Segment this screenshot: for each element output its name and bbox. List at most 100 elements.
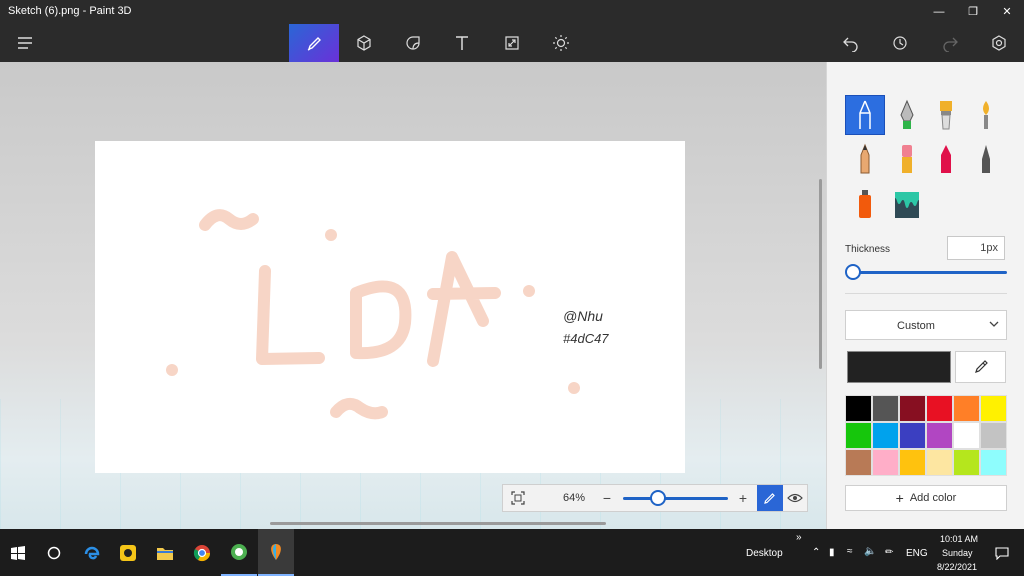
thickness-slider-track[interactable] <box>853 271 1007 274</box>
color-swatch[interactable] <box>872 449 899 476</box>
color-swatch[interactable] <box>899 422 926 449</box>
clock-day[interactable]: Sunday <box>942 548 973 558</box>
stickers-tool-button[interactable] <box>388 24 438 62</box>
menu-button[interactable] <box>0 24 50 62</box>
thickness-input[interactable]: 1px <box>947 236 1005 260</box>
brush-icon <box>307 37 321 51</box>
view-toggle-button[interactable] <box>783 485 807 511</box>
add-color-button[interactable]: + Add color <box>845 485 1007 511</box>
plus-icon: + <box>895 490 904 506</box>
cortana-button[interactable] <box>36 529 72 576</box>
resize-icon <box>505 36 519 50</box>
canvas-workspace[interactable]: @Nhu #4dC47 <box>0 62 826 529</box>
canvas-tool-button[interactable] <box>487 24 537 62</box>
maximize-button[interactable]: ❐ <box>956 0 990 24</box>
chrome-taskbar-button[interactable] <box>184 529 220 576</box>
toolbar-expand-chevron[interactable]: » <box>796 532 802 543</box>
pencil-brush[interactable] <box>845 139 885 179</box>
color-swatch[interactable] <box>872 395 899 422</box>
calligraphy-pen-icon <box>900 99 914 129</box>
clock-time[interactable]: 10:01 AM <box>940 534 978 544</box>
eyedropper-button[interactable] <box>955 351 1006 383</box>
thickness-slider-knob[interactable] <box>845 264 861 280</box>
mixed-reality-button[interactable] <box>974 24 1024 62</box>
color-swatch[interactable] <box>953 449 980 476</box>
file-explorer-taskbar-button[interactable] <box>147 529 183 576</box>
watercolor-brush[interactable] <box>966 95 1006 135</box>
undo-button[interactable] <box>826 24 876 62</box>
color-swatch[interactable] <box>980 395 1007 422</box>
color-swatch[interactable] <box>926 422 953 449</box>
green-app-icon <box>231 543 247 560</box>
eraser-brush[interactable] <box>887 139 927 179</box>
hidden-icons-chevron-up-icon[interactable]: ⌃ <box>812 547 820 558</box>
desktop-toolbar-label[interactable]: Desktop <box>746 548 783 559</box>
color-swatch[interactable] <box>899 395 926 422</box>
volume-icon[interactable]: 🔈 <box>864 546 876 557</box>
calligraphy-pen-brush[interactable] <box>887 95 927 135</box>
redo-button[interactable] <box>925 24 975 62</box>
minimize-button[interactable]: — <box>922 0 956 24</box>
color-swatch[interactable] <box>899 449 926 476</box>
color-swatch[interactable] <box>980 449 1007 476</box>
color-mode-dropdown[interactable]: Custom <box>845 310 1007 340</box>
wifi-icon[interactable]: ≈ <box>847 546 853 557</box>
effects-tool-button[interactable] <box>536 24 586 62</box>
zoom-in-button[interactable]: + <box>731 485 755 511</box>
zoom-slider-track[interactable] <box>623 497 728 500</box>
history-button[interactable] <box>875 24 925 62</box>
zoom-out-button[interactable]: − <box>595 485 619 511</box>
history-icon <box>893 36 907 50</box>
add-color-label: Add color <box>909 492 957 504</box>
color-swatch[interactable] <box>872 422 899 449</box>
color-swatch[interactable] <box>953 395 980 422</box>
brushes-tool-button[interactable] <box>289 24 339 62</box>
close-button[interactable]: ✕ <box>990 0 1024 24</box>
oil-brush[interactable] <box>926 95 966 135</box>
crayon-icon <box>941 145 951 173</box>
color-swatch[interactable] <box>953 422 980 449</box>
color-swatch[interactable] <box>845 395 872 422</box>
battery-icon[interactable]: ▮ <box>829 547 835 558</box>
fill-bucket-brush[interactable] <box>887 184 927 224</box>
pen-input-toggle[interactable] <box>757 485 783 511</box>
pen-icon <box>764 493 775 504</box>
color-swatch[interactable] <box>845 449 872 476</box>
current-color-swatch[interactable] <box>847 351 951 383</box>
pixel-pen-brush[interactable] <box>966 139 1006 179</box>
oil-brush-icon <box>940 101 952 130</box>
text-tool-button[interactable] <box>437 24 487 62</box>
crayon-brush[interactable] <box>926 139 966 179</box>
sticker-icon <box>406 36 420 50</box>
start-button[interactable] <box>0 529 36 576</box>
language-indicator[interactable]: ENG <box>906 548 928 559</box>
drawing-canvas[interactable]: @Nhu #4dC47 <box>95 141 685 473</box>
vertical-scrollbar[interactable] <box>819 179 822 369</box>
redo-icon <box>943 37 958 52</box>
app-taskbar-button[interactable] <box>110 529 146 576</box>
edge-taskbar-button[interactable] <box>74 529 110 576</box>
clock-date[interactable]: 8/22/2021 <box>937 562 977 572</box>
sun-icon <box>553 35 569 51</box>
color-swatch[interactable] <box>845 422 872 449</box>
watercolor-icon <box>983 101 989 129</box>
pencil-icon <box>860 143 870 174</box>
app-green-taskbar-button[interactable] <box>221 529 257 576</box>
color-swatch[interactable] <box>926 449 953 476</box>
color-swatch[interactable] <box>926 395 953 422</box>
zoom-slider-knob[interactable] <box>650 490 666 506</box>
eyedropper-icon <box>974 360 988 373</box>
horizontal-scrollbar[interactable] <box>270 522 606 525</box>
fit-to-screen-button[interactable] <box>506 485 530 511</box>
3d-shapes-tool-button[interactable] <box>339 24 389 62</box>
paint3d-taskbar-button[interactable] <box>258 529 294 576</box>
color-swatch[interactable] <box>980 422 1007 449</box>
yellow-app-icon <box>120 544 136 561</box>
fill-bucket-icon <box>895 192 919 218</box>
undo-icon <box>843 37 858 52</box>
marker-brush[interactable] <box>845 95 885 135</box>
action-center-button[interactable] <box>984 529 1020 576</box>
spray-can-brush[interactable] <box>845 184 885 224</box>
pen-tray-icon[interactable]: ✏ <box>885 547 893 558</box>
spray-can-icon <box>859 190 871 218</box>
